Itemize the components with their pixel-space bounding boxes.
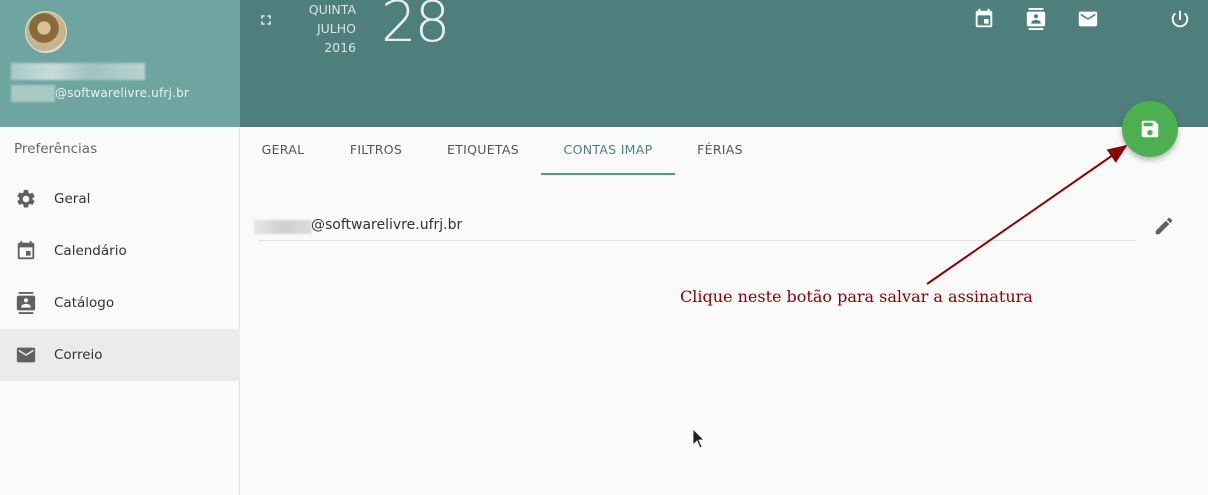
preferences-title: Preferências [14, 141, 98, 157]
sidebar: @softwarelivre.ufrj.br Preferências Gera… [0, 0, 240, 495]
tab-bar: GERAL FILTROS ETIQUETAS CONTAS IMAP FÉRI… [240, 127, 1208, 175]
account-email[interactable]: @softwarelivre.ufrj.br [311, 217, 462, 233]
edit-icon[interactable] [1153, 215, 1175, 237]
calendar-icon[interactable] [973, 8, 995, 30]
contacts-icon [16, 292, 36, 314]
calendar-icon [17, 240, 35, 260]
sidebar-item-geral[interactable]: Geral [0, 173, 240, 225]
tab-ferias[interactable]: FÉRIAS [687, 127, 753, 175]
fullscreen-icon[interactable] [258, 12, 274, 28]
account-divider [258, 240, 1136, 241]
user-name-redacted [11, 63, 145, 80]
tab-filtros[interactable]: FILTROS [338, 127, 414, 175]
month-label: JULHO [316, 21, 356, 36]
tab-etiquetas[interactable]: ETIQUETAS [438, 127, 528, 175]
day-number: 28 [381, 0, 450, 55]
sidebar-item-catalogo[interactable]: Catálogo [0, 277, 240, 329]
weekday-label: QUINTA [308, 2, 356, 17]
sidebar-item-correio[interactable]: Correio [0, 329, 240, 381]
contacts-icon[interactable] [1025, 8, 1047, 30]
gear-icon [17, 189, 35, 208]
mail-icon [16, 347, 36, 363]
sidebar-item-label: Catálogo [54, 295, 115, 311]
sidebar-item-label: Correio [54, 347, 103, 363]
mail-icon[interactable] [1077, 8, 1099, 30]
account-user-redacted [254, 220, 312, 234]
year-label: 2016 [324, 40, 356, 55]
annotation-text: Clique neste botão para salvar a assinat… [680, 287, 1033, 306]
save-button[interactable] [1122, 101, 1178, 157]
sidebar-item-label: Calendário [54, 243, 127, 259]
tab-geral[interactable]: GERAL [252, 127, 314, 175]
user-card: @softwarelivre.ufrj.br [0, 0, 240, 127]
date-info: QUINTA JULHO 2016 [296, 0, 356, 57]
sidebar-item-label: Geral [54, 191, 91, 207]
user-email-redacted [11, 85, 55, 102]
sidebar-item-calendario[interactable]: Calendário [0, 225, 240, 277]
mouse-cursor-icon [692, 428, 705, 449]
avatar[interactable] [25, 11, 67, 53]
power-icon[interactable] [1169, 8, 1191, 30]
floppy-disk-icon [1141, 120, 1159, 138]
tab-contas-imap[interactable]: CONTAS IMAP [541, 127, 675, 175]
user-email: @softwarelivre.ufrj.br [55, 86, 190, 100]
